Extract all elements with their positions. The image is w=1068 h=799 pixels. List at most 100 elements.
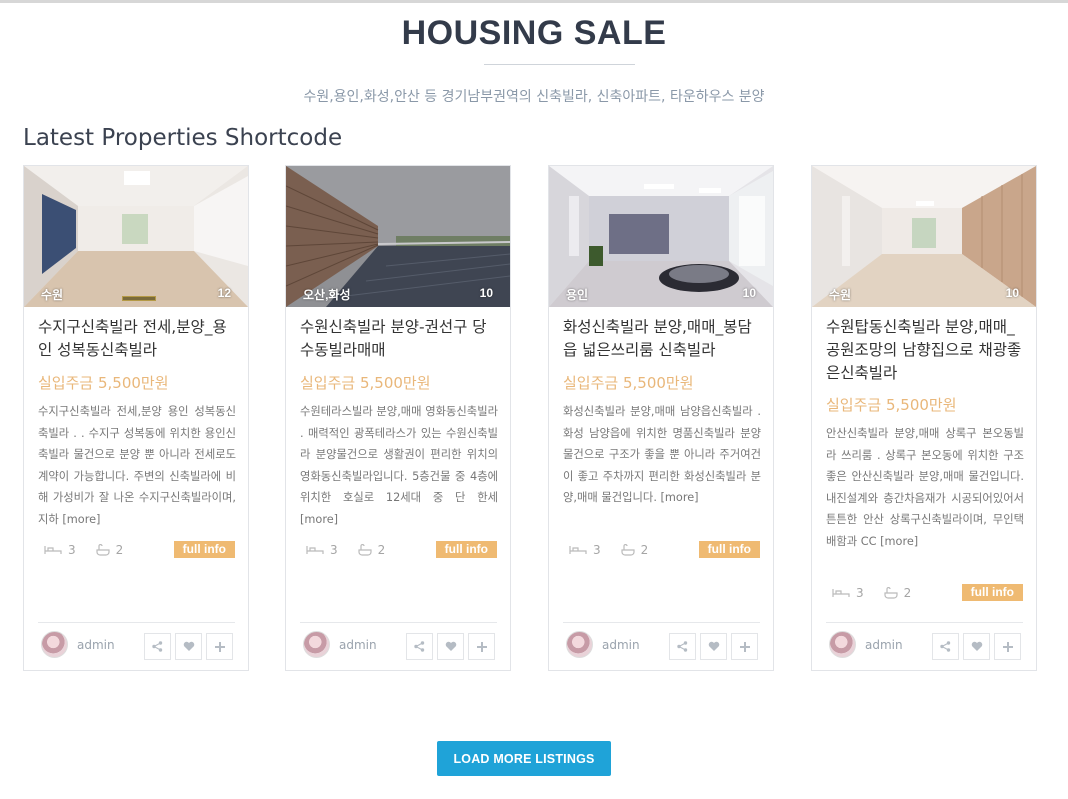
card-footer: admin (826, 622, 1023, 671)
baths-count: 2 (377, 543, 386, 557)
top-border (0, 0, 1068, 3)
bed-icon (832, 589, 850, 597)
share-button[interactable] (932, 633, 959, 660)
more-link[interactable]: [more] (300, 513, 338, 526)
plus-icon (1002, 641, 1013, 652)
add-button[interactable] (731, 633, 758, 660)
full-info-button[interactable]: full info (435, 541, 497, 558)
favorite-button[interactable] (437, 633, 464, 660)
load-more-button[interactable]: LOAD MORE LISTINGS (437, 741, 611, 776)
property-card: 수원 12 수지구신축빌라 전세,분양_용인 성복동신축빌라 실입주금 5,50… (23, 165, 249, 671)
share-button[interactable] (144, 633, 171, 660)
amenities: 3 2 (569, 543, 648, 557)
add-button[interactable] (994, 633, 1021, 660)
description-text: 수지구신축빌라 전세,분양 용인 성복동신축빌라 . . 수지구 성복동에 위치… (38, 405, 236, 526)
property-location: 용인 (566, 288, 589, 302)
photo-count: 10 (742, 286, 756, 300)
photo-count: 10 (1005, 286, 1019, 300)
more-link[interactable]: [more] (661, 491, 699, 504)
card-footer: admin (38, 622, 235, 671)
bathtub-icon (96, 544, 110, 556)
full-info-button[interactable]: full info (173, 541, 235, 558)
property-location: 오산,화성 (303, 288, 351, 302)
author-name[interactable]: admin (77, 638, 115, 652)
bathtub-icon (884, 587, 898, 599)
plus-icon (739, 641, 750, 652)
share-icon (414, 641, 425, 652)
share-button[interactable] (406, 633, 433, 660)
property-photo[interactable]: 용인 10 (549, 166, 773, 307)
baths-count: 2 (903, 586, 912, 600)
bed-icon (44, 546, 62, 554)
photo-count: 12 (217, 286, 231, 300)
property-description: 수원테라스빌라 분양,매매 영화동신축빌라 . 매력적인 광폭테라스가 있는 수… (300, 401, 498, 530)
property-location: 수원 (41, 288, 64, 302)
section-title: HOUSING SALE (401, 14, 667, 52)
plus-icon (476, 641, 487, 652)
property-location: 수원 (829, 288, 852, 302)
author-name[interactable]: admin (602, 638, 640, 652)
shortcode-heading: Latest Properties Shortcode (23, 125, 343, 151)
property-price: 실입주금 5,500만원 (826, 396, 957, 414)
favorite-button[interactable] (175, 633, 202, 660)
avatar[interactable] (41, 631, 68, 658)
full-info-button[interactable]: full info (698, 541, 760, 558)
share-icon (152, 641, 163, 652)
property-price: 실입주금 5,500만원 (38, 374, 169, 392)
beds-count: 3 (856, 586, 864, 600)
amenities: 3 2 (44, 543, 123, 557)
amenities: 3 2 (832, 586, 911, 600)
amenities: 3 2 (306, 543, 385, 557)
property-photo[interactable]: 수원 12 (24, 166, 248, 307)
beds-count: 3 (330, 543, 338, 557)
heart-icon (708, 641, 719, 651)
avatar[interactable] (303, 631, 330, 658)
logo-badge (122, 296, 156, 301)
bed-icon (306, 546, 324, 554)
plus-icon (214, 641, 225, 652)
favorite-button[interactable] (700, 633, 727, 660)
section-subtitle: 수원,용인,화성,안산 등 경기남부권역의 신축빌라, 신축아파트, 타운하우스… (303, 89, 765, 105)
share-icon (940, 641, 951, 652)
baths-count: 2 (115, 543, 124, 557)
favorite-button[interactable] (963, 633, 990, 660)
card-footer: admin (300, 622, 497, 671)
property-photo[interactable]: 오산,화성 10 (286, 166, 510, 307)
description-text: 화성신축빌라 분양,매매 남양읍신축빌라 . 화성 남양읍에 위치한 명품신축빌… (563, 405, 761, 504)
heart-icon (445, 641, 456, 651)
add-button[interactable] (206, 633, 233, 660)
property-price: 실입주금 5,500만원 (563, 374, 694, 392)
more-link[interactable]: [more] (880, 535, 918, 548)
property-card: 용인 10 화성신축빌라 분양,매매_봉담읍 넓은쓰리룸 신축빌라 실입주금 5… (548, 165, 774, 671)
full-info-button[interactable]: full info (961, 584, 1023, 601)
author-name[interactable]: admin (865, 638, 903, 652)
beds-count: 3 (68, 543, 76, 557)
property-price: 실입주금 5,500만원 (300, 374, 431, 392)
photo-count: 10 (479, 286, 493, 300)
property-title[interactable]: 수원탑동신축빌라 분양,매매_공원조망의 남향집으로 채광좋은신축빌라 (826, 316, 1026, 385)
property-description: 수지구신축빌라 전세,분양 용인 성복동신축빌라 . . 수지구 성복동에 위치… (38, 401, 236, 530)
property-card: 오산,화성 10 수원신축빌라 분양-권선구 당수동빌라매매 실입주금 5,50… (285, 165, 511, 671)
avatar[interactable] (566, 631, 593, 658)
add-button[interactable] (468, 633, 495, 660)
property-description: 화성신축빌라 분양,매매 남양읍신축빌라 . 화성 남양읍에 위치한 명품신축빌… (563, 401, 761, 509)
share-button[interactable] (669, 633, 696, 660)
description-text: 수원테라스빌라 분양,매매 영화동신축빌라 . 매력적인 광폭테라스가 있는 수… (300, 405, 498, 504)
property-title[interactable]: 수지구신축빌라 전세,분양_용인 성복동신축빌라 (38, 316, 238, 362)
property-photo[interactable]: 수원 10 (812, 166, 1036, 307)
author-name[interactable]: admin (339, 638, 377, 652)
title-divider (484, 64, 635, 65)
heart-icon (183, 641, 194, 651)
avatar[interactable] (829, 631, 856, 658)
property-description: 안산신축빌라 분양,매매 상록구 본오동빌라 쓰리룸 . 상록구 본오동에 위치… (826, 423, 1024, 552)
description-text: 안산신축빌라 분양,매매 상록구 본오동빌라 쓰리룸 . 상록구 본오동에 위치… (826, 427, 1024, 548)
bed-icon (569, 546, 587, 554)
heart-icon (971, 641, 982, 651)
property-title[interactable]: 화성신축빌라 분양,매매_봉담읍 넓은쓰리룸 신축빌라 (563, 316, 763, 362)
baths-count: 2 (640, 543, 649, 557)
beds-count: 3 (593, 543, 601, 557)
property-title[interactable]: 수원신축빌라 분양-권선구 당수동빌라매매 (300, 316, 500, 362)
more-link[interactable]: [more] (62, 513, 100, 526)
bathtub-icon (621, 544, 635, 556)
property-card: 수원 10 수원탑동신축빌라 분양,매매_공원조망의 남향집으로 채광좋은신축빌… (811, 165, 1037, 671)
